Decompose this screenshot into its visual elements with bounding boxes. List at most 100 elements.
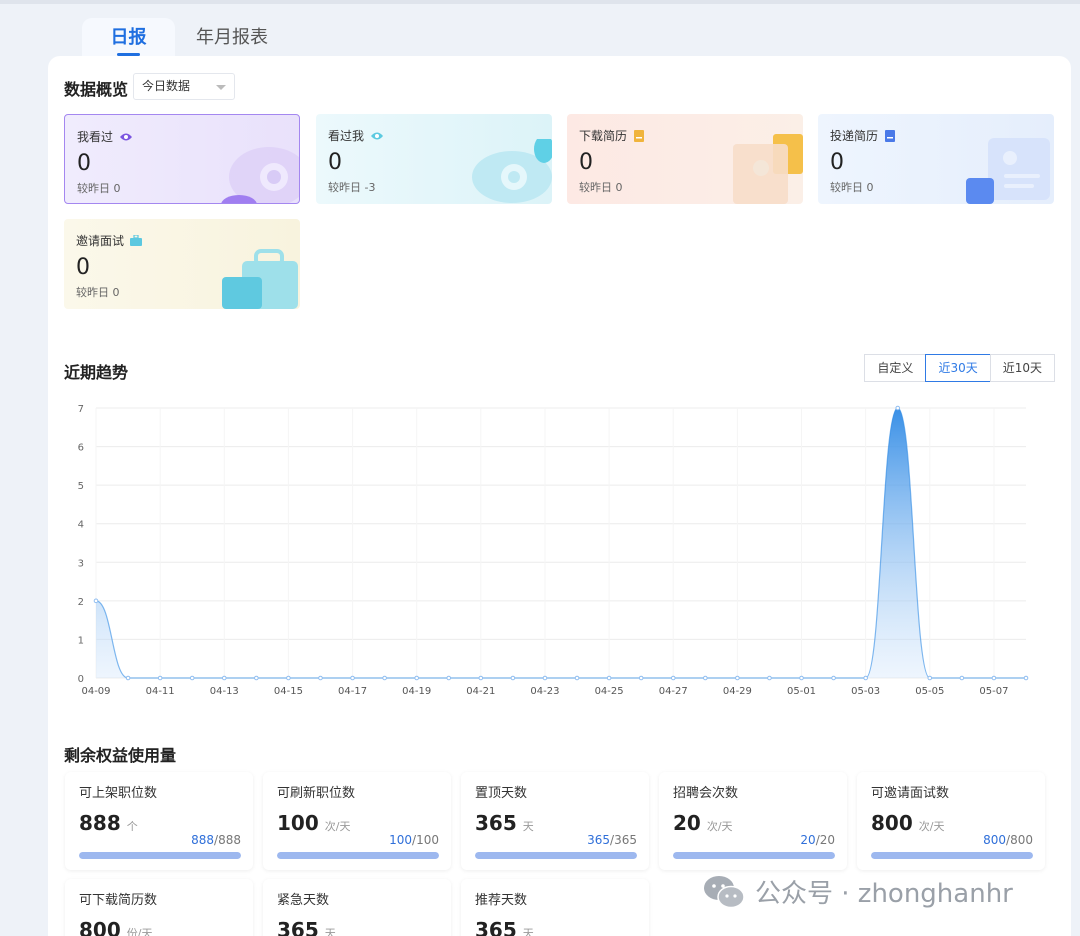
stat-compare: 较昨日 -3 <box>328 181 376 194</box>
usage-total: /888 <box>214 833 241 847</box>
stat-value: 0 <box>579 150 593 175</box>
x-tick-label: 04-23 <box>530 686 559 697</box>
usage-value: 800 <box>871 811 913 835</box>
document-icon <box>885 129 896 142</box>
stat-compare: 较昨日 0 <box>579 181 623 194</box>
usage-title: 剩余权益使用量 <box>64 746 177 765</box>
data-point <box>350 675 355 681</box>
usage-card: 置顶天数 365 天 365/365 <box>461 772 649 870</box>
stat-card-invite-interview[interactable]: 邀请面试 0 较昨日 0 <box>64 219 300 309</box>
x-tick-label: 05-03 <box>851 686 880 697</box>
data-point <box>863 675 868 681</box>
data-point <box>799 675 804 681</box>
x-tick-label: 05-05 <box>915 686 944 697</box>
data-point <box>221 675 227 681</box>
data-point <box>959 675 965 681</box>
stat-label: 邀请面试 <box>76 234 125 248</box>
usage-label: 可邀请面试数 <box>871 786 950 801</box>
usage-value: 100 <box>277 811 319 835</box>
stat-card-download-resume[interactable]: 下载简历 0 较昨日 0 <box>567 114 803 204</box>
usage-progress-bar <box>871 852 1033 859</box>
stat-label: 我看过 <box>77 130 114 144</box>
data-point <box>735 675 740 681</box>
x-tick-label: 04-21 <box>466 686 495 697</box>
usage-progress-bar <box>277 852 439 859</box>
usage-unit: 次/天 <box>918 820 945 833</box>
usage-unit: 个 <box>126 820 138 833</box>
x-tick-label: 04-15 <box>274 686 303 697</box>
tab-bar: 日报 年月报表 <box>82 18 287 58</box>
usage-value: 365 <box>277 918 319 936</box>
range-30-days-button[interactable]: 近30天 <box>925 354 991 382</box>
stat-card-submitted-resume[interactable]: 投递简历 0 较昨日 0 <box>818 114 1054 204</box>
stat-compare: 较昨日 0 <box>77 182 121 195</box>
data-point <box>157 675 163 681</box>
usage-progress-fill <box>673 852 835 859</box>
usage-progress-fill <box>277 852 439 859</box>
usage-card: 可刷新职位数 100 次/天 100/100 <box>263 772 451 870</box>
usage-unit: 天 <box>522 820 534 833</box>
y-tick-label: 0 <box>78 674 84 685</box>
date-scope-value: 今日数据 <box>142 79 191 93</box>
data-point <box>414 675 419 681</box>
usage-unit: 天 <box>522 927 534 936</box>
range-10-days-button[interactable]: 近10天 <box>989 354 1055 382</box>
usage-card: 紧急天数 365 天 <box>263 879 451 936</box>
stat-compare: 较昨日 0 <box>76 286 120 299</box>
y-tick-label: 7 <box>78 404 84 415</box>
usage-label: 紧急天数 <box>277 893 330 908</box>
usage-ratio: 888/888 <box>191 833 241 847</box>
stat-card-viewed[interactable]: 我看过 0 较昨日 0 <box>64 114 300 204</box>
tab-monthly-report[interactable]: 年月报表 <box>177 18 287 58</box>
usage-card: 推荐天数 365 天 <box>461 879 649 936</box>
data-point <box>286 675 291 681</box>
usage-total: /100 <box>412 833 439 847</box>
y-tick-label: 5 <box>78 481 84 492</box>
y-tick-label: 4 <box>78 520 84 531</box>
usage-used: 20 <box>800 833 816 847</box>
stat-card-viewed-me[interactable]: 看过我 0 较昨日 -3 <box>316 114 552 204</box>
usage-total: /800 <box>1006 833 1033 847</box>
x-tick-label: 04-17 <box>338 686 367 697</box>
y-tick-label: 3 <box>78 558 84 569</box>
trend-chart-svg: 0 1 2 3 4 5 6 7 04-09 04-11 04-13 04-15 04-17 04-19 04… <box>78 404 1029 697</box>
y-tick-label: 2 <box>78 597 84 608</box>
usage-unit: 天 <box>324 927 336 936</box>
data-point <box>574 675 580 681</box>
usage-used: 365 <box>587 833 611 847</box>
usage-ratio: 20/20 <box>800 833 835 847</box>
chevron-down-icon <box>216 85 226 90</box>
usage-label: 可刷新职位数 <box>277 786 356 801</box>
usage-label: 招聘会次数 <box>673 786 739 801</box>
eye-icon <box>371 132 384 139</box>
usage-value: 365 <box>475 918 517 936</box>
usage-used: 100 <box>389 833 413 847</box>
data-point <box>382 675 387 681</box>
usage-progress-bar <box>79 852 241 859</box>
usage-label: 可上架职位数 <box>79 786 158 801</box>
usage-label: 置顶天数 <box>475 786 528 801</box>
usage-ratio: 365/365 <box>587 833 637 847</box>
data-point <box>670 675 676 681</box>
data-point <box>446 675 452 681</box>
stat-value: 0 <box>830 150 844 175</box>
data-point <box>542 675 548 681</box>
x-tick-label: 04-11 <box>146 686 175 697</box>
usage-label: 推荐天数 <box>475 893 528 908</box>
data-point <box>510 675 516 681</box>
range-custom-button[interactable]: 自定义 <box>864 354 927 382</box>
series-area <box>96 408 1026 678</box>
tab-daily[interactable]: 日报 <box>82 18 175 58</box>
data-point <box>318 675 323 681</box>
x-tick-label: 04-09 <box>81 686 110 697</box>
document-icon <box>634 129 645 142</box>
trend-title: 近期趋势 <box>64 363 129 382</box>
usage-unit: 份/天 <box>126 927 153 936</box>
data-point <box>767 675 772 681</box>
range-toggle: 自定义 近30天 近10天 <box>864 354 1055 382</box>
data-point <box>93 598 99 604</box>
data-point <box>189 675 195 681</box>
data-point <box>606 675 612 681</box>
date-scope-select[interactable]: 今日数据 <box>133 73 235 100</box>
x-tick-label: 04-13 <box>210 686 239 697</box>
